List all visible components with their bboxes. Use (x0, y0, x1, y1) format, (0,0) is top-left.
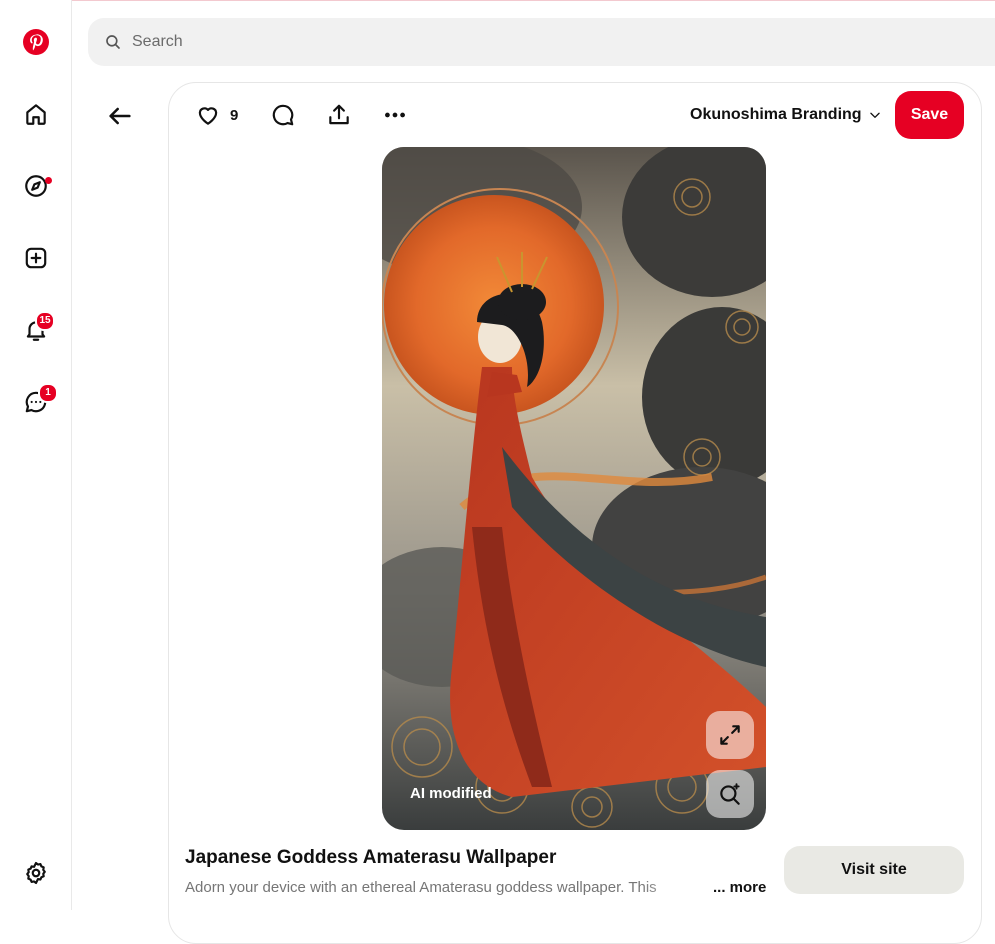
share-icon (329, 104, 349, 125)
visit-site-button[interactable]: Visit site (784, 846, 964, 894)
home-icon[interactable] (17, 95, 55, 133)
save-button[interactable]: Save (895, 91, 964, 139)
messages-icon[interactable]: 1 (17, 383, 58, 421)
more-options-button[interactable] (382, 100, 408, 130)
board-selector[interactable]: Okunoshima Branding (690, 103, 882, 127)
ellipsis-icon (385, 112, 405, 118)
comment-button[interactable] (270, 100, 296, 130)
like-button[interactable]: 9 (195, 100, 238, 130)
create-icon[interactable] (17, 239, 55, 277)
visual-search-icon (720, 783, 740, 805)
pin-title: Japanese Goddess Amaterasu Wallpaper (185, 847, 557, 868)
search-bar[interactable] (88, 18, 995, 66)
explore-indicator-dot (45, 177, 52, 184)
top-border (0, 0, 995, 1)
share-button[interactable] (326, 100, 352, 130)
search-icon (106, 35, 120, 49)
settings-icon[interactable] (17, 854, 55, 892)
expand-icon (720, 725, 740, 745)
pin-description: Adorn your device with an ethereal Amate… (185, 879, 657, 896)
pinterest-logo-icon[interactable] (17, 23, 55, 61)
search-input[interactable] (130, 32, 734, 52)
sidebar: 15 1 (0, 0, 72, 910)
notifications-badge: 15 (35, 311, 55, 331)
like-count: 9 (230, 106, 239, 124)
comment-icon (272, 104, 294, 126)
ai-modified-label: AI modified (410, 785, 492, 802)
description-fade (640, 876, 710, 902)
back-button[interactable] (102, 98, 138, 134)
arrow-left-icon (109, 107, 131, 125)
notifications-icon[interactable]: 15 (17, 311, 55, 349)
messages-badge: 1 (38, 383, 58, 403)
explore-icon[interactable] (17, 167, 55, 205)
board-name: Okunoshima Branding (690, 106, 862, 123)
chevron-down-icon (869, 112, 880, 118)
visual-search-button[interactable] (706, 770, 754, 818)
description-more-link[interactable]: ... more (713, 879, 766, 896)
heart-icon (198, 107, 218, 125)
expand-image-button[interactable] (706, 711, 754, 759)
